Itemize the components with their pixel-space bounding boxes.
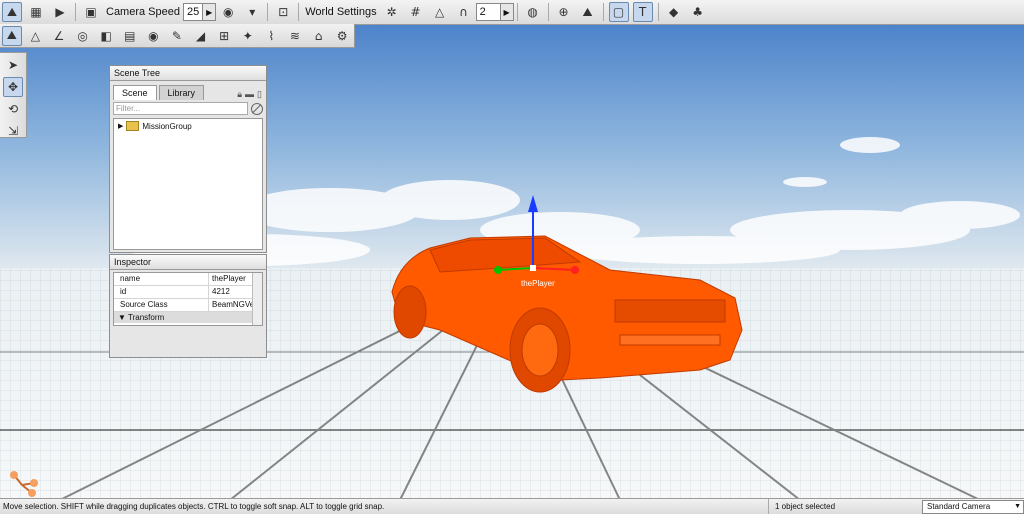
camera-speed-value: 25 [187, 6, 200, 18]
divider [75, 3, 76, 21]
filter-input[interactable]: Filter... [113, 102, 248, 115]
text-icon[interactable]: T [632, 2, 653, 22]
select-box-icon[interactable]: ▢ [608, 2, 629, 22]
particle-editor-icon[interactable]: ✦ [238, 26, 258, 46]
shape-icon[interactable]: ◆ [664, 2, 684, 22]
property-name: name [114, 273, 209, 285]
increment-arrow-icon[interactable]: ▶ [499, 4, 513, 20]
terrain-snap-icon[interactable]: △ [430, 2, 450, 22]
scene-tree-title: Scene Tree [110, 66, 266, 81]
expand-arrow-icon[interactable]: ▶ [118, 122, 123, 130]
group-label: Transform [128, 313, 165, 322]
selection-count: 1 object selected [768, 499, 925, 514]
main-toolbar: ⛰ ▦ ▶ ▣ Camera Speed 25 ▶ ◉ ▾ ⊡ World Se… [0, 0, 1024, 25]
folder-add-icon[interactable]: ▬ [245, 89, 254, 100]
property-name: id [114, 286, 209, 298]
forest-editor-icon[interactable]: ✎ [167, 26, 187, 46]
shape-editor-icon[interactable]: ⚙ [332, 26, 352, 46]
snap-settings-icon[interactable]: ✲ [382, 2, 402, 22]
select-arrow-icon[interactable]: ➤ [3, 55, 23, 75]
status-bar: Move selection. SHIFT while dragging dup… [0, 498, 1024, 514]
inspector-scrollbar[interactable] [252, 273, 262, 325]
mesh-road-icon[interactable]: ◢ [191, 26, 211, 46]
object-name-label: thePlayer [521, 279, 555, 288]
divider [602, 3, 604, 21]
chevron-down-icon[interactable]: ▾ [242, 2, 262, 22]
sketch-icon[interactable]: ◧ [96, 26, 116, 46]
terrain-paint-icon[interactable]: ∠ [49, 26, 69, 46]
tab-library[interactable]: Library [158, 85, 205, 100]
inspector-panel: Inspector name thePlayer id 4212 Source … [109, 254, 267, 358]
fit-view-icon[interactable]: ◍ [523, 2, 543, 22]
transform-tools: ➤ ✥ ⟲ ⇲ [0, 52, 27, 138]
increment-arrow-icon[interactable]: ▶ [202, 4, 216, 20]
inspector-properties: name thePlayer id 4212 Source Class Beam… [113, 272, 263, 326]
drop-at-icon[interactable]: ⛰ [578, 2, 598, 22]
camera-speed-label: Camera Speed [106, 6, 180, 18]
terrain-editor-icon[interactable]: △ [26, 26, 46, 46]
grid-icon[interactable]: # [406, 2, 426, 22]
object-editor-icon[interactable]: ⛰ [2, 25, 22, 46]
delete-icon[interactable]: ▯ [257, 89, 262, 100]
scene-tree-panel: Scene Tree Scene Library 🔒︎ ▬ ▯ Filter..… [109, 65, 267, 253]
material-editor-icon[interactable]: ◎ [73, 26, 93, 46]
tree-action-icons: 🔒︎ ▬ ▯ [237, 89, 262, 100]
decal-editor-icon[interactable]: ◉ [144, 26, 164, 46]
camera-mode-value: Standard Camera [927, 502, 991, 511]
road-editor-icon[interactable]: ⌂ [309, 26, 329, 46]
scene-tree-list: ▶ MissionGroup [113, 118, 263, 250]
tree-item-label: MissionGroup [142, 121, 192, 131]
grid-size-value: 2 [479, 6, 486, 18]
forest-icon[interactable]: ♣ [688, 2, 708, 22]
divider [547, 3, 549, 21]
scene-tree-tabs: Scene Library 🔒︎ ▬ ▯ [110, 81, 266, 100]
folder-icon [126, 121, 140, 131]
scale-icon[interactable]: ⇲ [3, 121, 23, 141]
move-icon[interactable]: ✥ [3, 77, 23, 97]
datablock-icon[interactable]: ▤ [120, 26, 140, 46]
inspector-title: Inspector [110, 255, 266, 270]
divider [267, 3, 269, 21]
chevron-down-icon: ▼ [1014, 503, 1021, 510]
add-object-icon[interactable]: ⊕ [554, 2, 574, 22]
clear-filter-icon[interactable] [251, 102, 263, 115]
navmesh-icon[interactable]: ⊞ [214, 26, 234, 46]
play-icon[interactable]: ▶ [50, 2, 70, 22]
filter-row: Filter... [110, 100, 266, 117]
property-name: Source Class [114, 299, 209, 311]
lock-icon[interactable]: 🔒︎ [237, 89, 242, 100]
divider [657, 3, 659, 21]
path-editor-icon[interactable]: ⌇ [262, 26, 282, 46]
camera-icon[interactable]: ▣ [81, 2, 101, 22]
property-row[interactable]: name thePlayer [114, 273, 262, 286]
visibility-icon[interactable]: ◉ [218, 2, 238, 22]
magnet-icon[interactable]: ∩ [454, 2, 474, 22]
tab-scene[interactable]: Scene [113, 85, 157, 100]
transform-group-header[interactable]: ▼ Transform [114, 312, 262, 323]
divider [516, 3, 518, 21]
rotate-icon[interactable]: ⟲ [3, 99, 23, 119]
camera-speed-input[interactable]: 25 ▶ [183, 3, 217, 21]
divider [298, 3, 300, 21]
property-row[interactable]: Source Class BeamNGVeh [114, 299, 262, 312]
river-editor-icon[interactable]: ≋ [285, 26, 305, 46]
layout-icon[interactable]: ▦ [26, 2, 46, 22]
grid-size-input[interactable]: 2 ▶ [475, 3, 514, 21]
world-settings-label[interactable]: World Settings [305, 6, 376, 18]
status-message: Move selection. SHIFT while dragging dup… [3, 502, 385, 511]
property-row[interactable]: id 4212 [114, 286, 262, 299]
tree-item[interactable]: ▶ MissionGroup [114, 119, 262, 133]
camera-mode-select[interactable]: Standard Camera ▼ [922, 500, 1024, 514]
collapse-arrow-icon: ▼ [118, 313, 128, 322]
screenshot-icon[interactable]: ⊡ [273, 2, 293, 22]
editor-mode-icon[interactable]: ⛰ [2, 2, 22, 22]
editor-tools-toolbar: ⛰ △ ∠ ◎ ◧ ▤ ◉ ✎ ◢ ⊞ ✦ ⌇ ≋ ⌂ ⚙ [0, 24, 355, 48]
